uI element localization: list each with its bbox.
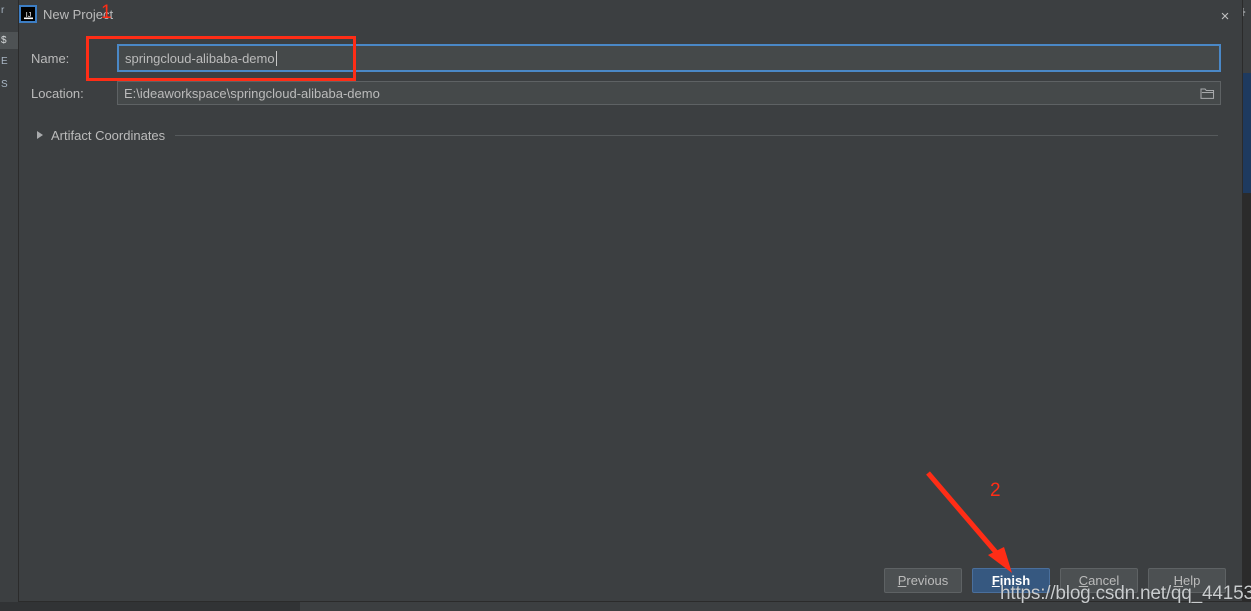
ide-left-item-3[interactable]: S [0, 76, 18, 93]
ide-left-item-1[interactable]: $ [0, 32, 18, 49]
project-location-input[interactable]: E:\ideaworkspace\springcloud-alibaba-dem… [117, 81, 1221, 105]
artifact-coordinates-label: Artifact Coordinates [51, 127, 166, 143]
annotation-step-1: 1 [101, 2, 112, 23]
previous-label: revious [906, 573, 949, 588]
ide-left-item-2[interactable]: E [0, 53, 18, 70]
name-label: Name: [31, 51, 70, 66]
artifact-coordinates-section[interactable]: Artifact Coordinates [31, 126, 1226, 144]
new-project-dialog: IJ New Project × Name: springcloud-aliba… [18, 0, 1243, 602]
text-caret [275, 50, 277, 66]
watermark-url: https://blog.csdn.net/qq_44153452 [1000, 583, 1251, 604]
project-location-value: E:\ideaworkspace\springcloud-alibaba-dem… [124, 85, 380, 101]
ide-bottom-status-left [0, 602, 300, 611]
folder-icon[interactable] [1194, 82, 1220, 104]
dialog-titlebar: IJ New Project × [19, 0, 1242, 30]
project-name-input[interactable]: springcloud-alibaba-demo [117, 44, 1221, 72]
ide-left-item-0[interactable]: r [0, 2, 18, 19]
intellij-idea-icon: IJ [19, 5, 37, 23]
section-divider [175, 134, 1218, 136]
finish-mnemonic: F [991, 573, 1000, 588]
annotation-step-2: 2 [990, 480, 1001, 501]
location-label: Location: [31, 86, 84, 101]
previous-button[interactable]: Previous [884, 568, 962, 593]
project-name-value: springcloud-alibaba-demo [125, 50, 275, 66]
previous-mnemonic: P [897, 573, 907, 588]
ide-right-accent [1243, 73, 1251, 193]
triangle-right-icon [37, 131, 43, 139]
close-icon[interactable]: × [1214, 5, 1236, 27]
ide-left-toolbar-strip: r $ E S [0, 0, 18, 611]
screen: r $ E S IJ New Project × Name: springclo… [0, 0, 1251, 611]
